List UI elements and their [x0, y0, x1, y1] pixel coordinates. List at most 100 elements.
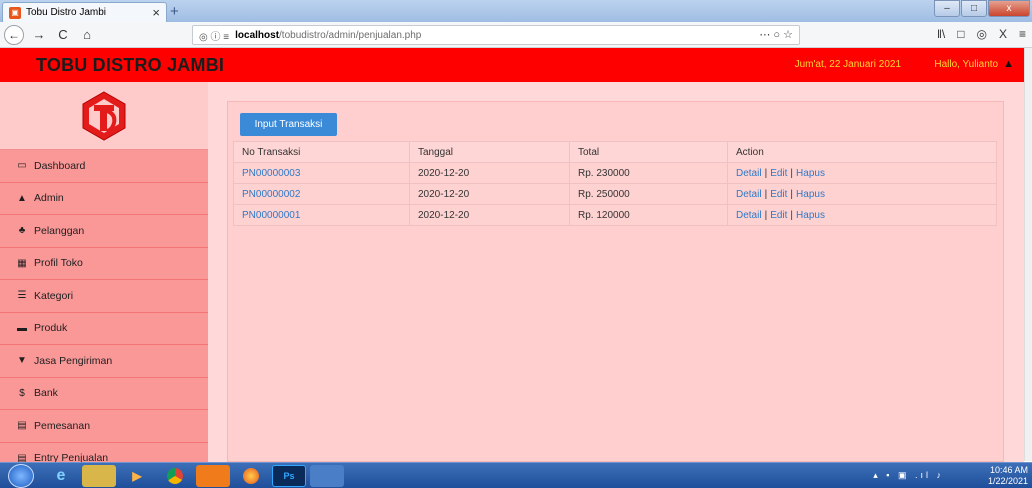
total-cell: Rp. 230000 — [569, 162, 728, 184]
clock-date: 1/22/2021 — [987, 476, 1028, 486]
total-cell: Rp. 120000 — [569, 204, 728, 226]
sidebar-item-admin[interactable]: ▲ Admin — [0, 182, 208, 215]
firefox-icon[interactable] — [234, 465, 268, 487]
column-header: Action — [727, 141, 997, 163]
table-header-row: No Transaksi Tanggal Total Action — [233, 141, 997, 163]
sidebar-item-kategori[interactable]: ☰ Kategori — [0, 280, 208, 313]
sidebar-item-bank[interactable]: $ Bank — [0, 377, 208, 410]
sidebar-item-jasa-pengiriman[interactable]: ▼ Jasa Pengiriman — [0, 345, 208, 378]
action-separator: | — [790, 167, 794, 179]
clock[interactable]: 10:46 AM 1/22/2021 — [988, 465, 1028, 487]
date-cell: 2020-12-20 — [409, 183, 570, 205]
hapus-link[interactable]: Hapus — [796, 210, 825, 221]
sidebar-item-label: Jasa Pengiriman — [34, 354, 113, 367]
list-icon: ☰ — [17, 290, 27, 302]
reload-icon[interactable]: C — [54, 27, 72, 42]
taskbar: e ▶ Ps ▴ ▪ ▣ .ıl ♪ 10:46 AM 1/22/2021 — [0, 462, 1032, 488]
action-separator: | — [790, 209, 794, 221]
sidebar-item-produk[interactable]: ▬ Produk — [0, 312, 208, 345]
hapus-link[interactable]: Hapus — [796, 189, 825, 200]
hapus-link[interactable]: Hapus — [796, 168, 825, 179]
notepad-icon[interactable] — [310, 465, 344, 487]
transaction-number-link[interactable]: PN00000003 — [242, 168, 300, 179]
action-separator: | — [764, 209, 768, 221]
back-button[interactable]: ← — [4, 24, 24, 45]
browser-tab-strip: ▣ Tobu Distro Jambi × + – □ x — [0, 0, 1032, 22]
url-text[interactable]: localhost/tobudistro/admin/penjualan.php — [235, 30, 421, 41]
minimize-button[interactable]: – — [934, 0, 960, 17]
sidebar-item-label: Dashboard — [34, 159, 86, 172]
monitor-icon: ▭ — [17, 160, 27, 172]
sidebar-item-label: Bank — [34, 387, 58, 400]
browser-toolbar-right: ‖\ □ ◎ X ≡ — [937, 27, 1026, 41]
extension-icon[interactable]: ◎ — [976, 27, 986, 41]
browser-tab[interactable]: ▣ Tobu Distro Jambi × — [2, 2, 167, 22]
new-tab-button[interactable]: + — [170, 3, 179, 20]
page-scrollbar[interactable] — [1024, 48, 1032, 461]
address-bar[interactable]: ◎ ⓘ ≡ localhost/tobudistro/admin/penjual… — [192, 25, 800, 45]
menu-icon[interactable]: ≡ — [1019, 27, 1026, 41]
header-date: Jum'at, 22 Januari 2021 — [794, 59, 901, 70]
dollar-icon: $ — [19, 387, 25, 399]
app-header: TOBU DISTRO JAMBI Jum'at, 22 Januari 202… — [0, 48, 1024, 82]
transaction-number-link[interactable]: PN00000001 — [242, 210, 300, 221]
edit-link[interactable]: Edit — [770, 210, 787, 221]
table-icon: ▦ — [17, 257, 27, 269]
site-favicon-icon: ▣ — [9, 6, 21, 19]
system-tray-icon[interactable]: ▴ ▪ ▣ .ıl ♪ — [873, 470, 944, 481]
column-header: Tanggal — [409, 141, 570, 163]
card-icon: ▤ — [17, 420, 27, 432]
header-user[interactable]: Hallo, Yulianto ▲ — [934, 58, 1014, 70]
browser-toolbar: ← → C ⌂ ◎ ⓘ ≡ localhost/tobudistro/admin… — [0, 22, 1032, 48]
close-icon[interactable]: X — [999, 27, 1007, 41]
total-cell: Rp. 250000 — [569, 183, 728, 205]
library-icon[interactable]: ‖\ — [937, 27, 945, 41]
map-marker-icon: ▼ — [17, 355, 27, 367]
site-info-icon[interactable]: ◎ ⓘ ≡ — [199, 28, 229, 43]
action-cell: Detail | Edit | Hapus — [727, 162, 997, 184]
sidebar-item-dashboard[interactable]: ▭ Dashboard — [0, 150, 208, 183]
tab-title: Tobu Distro Jambi — [26, 7, 107, 18]
close-window-button[interactable]: x — [988, 0, 1030, 17]
xampp-icon[interactable] — [196, 465, 230, 487]
brand-title[interactable]: TOBU DISTRO JAMBI — [36, 55, 224, 76]
transaction-number-link[interactable]: PN00000002 — [242, 189, 300, 200]
truck-icon: ▬ — [17, 322, 27, 334]
user-greeting: Hallo, Yulianto — [934, 58, 999, 70]
home-icon[interactable]: ⌂ — [78, 27, 96, 42]
transactions-table: No Transaksi Tanggal Total Action PN0000… — [233, 141, 997, 226]
edit-link[interactable]: Edit — [770, 168, 787, 179]
detail-link[interactable]: Detail — [736, 210, 762, 221]
action-cell: Detail | Edit | Hapus — [727, 204, 997, 226]
ie-icon[interactable]: e — [44, 465, 78, 487]
detail-link[interactable]: Detail — [736, 189, 762, 200]
action-separator: | — [790, 188, 794, 200]
edit-link[interactable]: Edit — [770, 189, 787, 200]
tab-close-icon[interactable]: × — [152, 5, 160, 20]
user-icon: ▲ — [1003, 58, 1014, 70]
chrome-icon[interactable] — [158, 465, 192, 487]
url-path: /tobudistro/admin/penjualan.php — [279, 29, 422, 41]
users-icon: ♣ — [18, 225, 26, 237]
photoshop-icon[interactable]: Ps — [272, 465, 306, 487]
sidebar-item-label: Admin — [34, 192, 64, 205]
forward-arrow-icon[interactable]: → — [30, 27, 48, 42]
detail-link[interactable]: Detail — [736, 168, 762, 179]
maximize-button[interactable]: □ — [961, 0, 987, 17]
input-transaksi-button[interactable]: Input Transaksi — [240, 113, 337, 136]
table-row: PN00000001 2020-12-20 Rp. 120000 Detail |… — [233, 204, 997, 226]
column-header: No Transaksi — [233, 141, 410, 163]
action-cell: Detail | Edit | Hapus — [727, 183, 997, 205]
sidebar-item-profil-toko[interactable]: ▦ Profil Toko — [0, 247, 208, 280]
sidebar-item-label: Pelanggan — [34, 224, 85, 237]
explorer-icon[interactable] — [82, 465, 116, 487]
sidebar-item-pemesanan[interactable]: ▤ Pemesanan — [0, 410, 208, 443]
start-button[interactable] — [8, 464, 34, 488]
action-separator: | — [764, 188, 768, 200]
reader-icon[interactable]: □ — [957, 27, 964, 41]
page-actions-icon[interactable]: ⋯ ○ ☆ — [759, 28, 793, 41]
media-player-icon[interactable]: ▶ — [120, 465, 154, 487]
sidebar-item-pelanggan[interactable]: ♣ Pelanggan — [0, 215, 208, 248]
clock-time: 10:46 AM — [989, 465, 1028, 475]
sidebar-item-label: Profil Toko — [34, 257, 83, 270]
